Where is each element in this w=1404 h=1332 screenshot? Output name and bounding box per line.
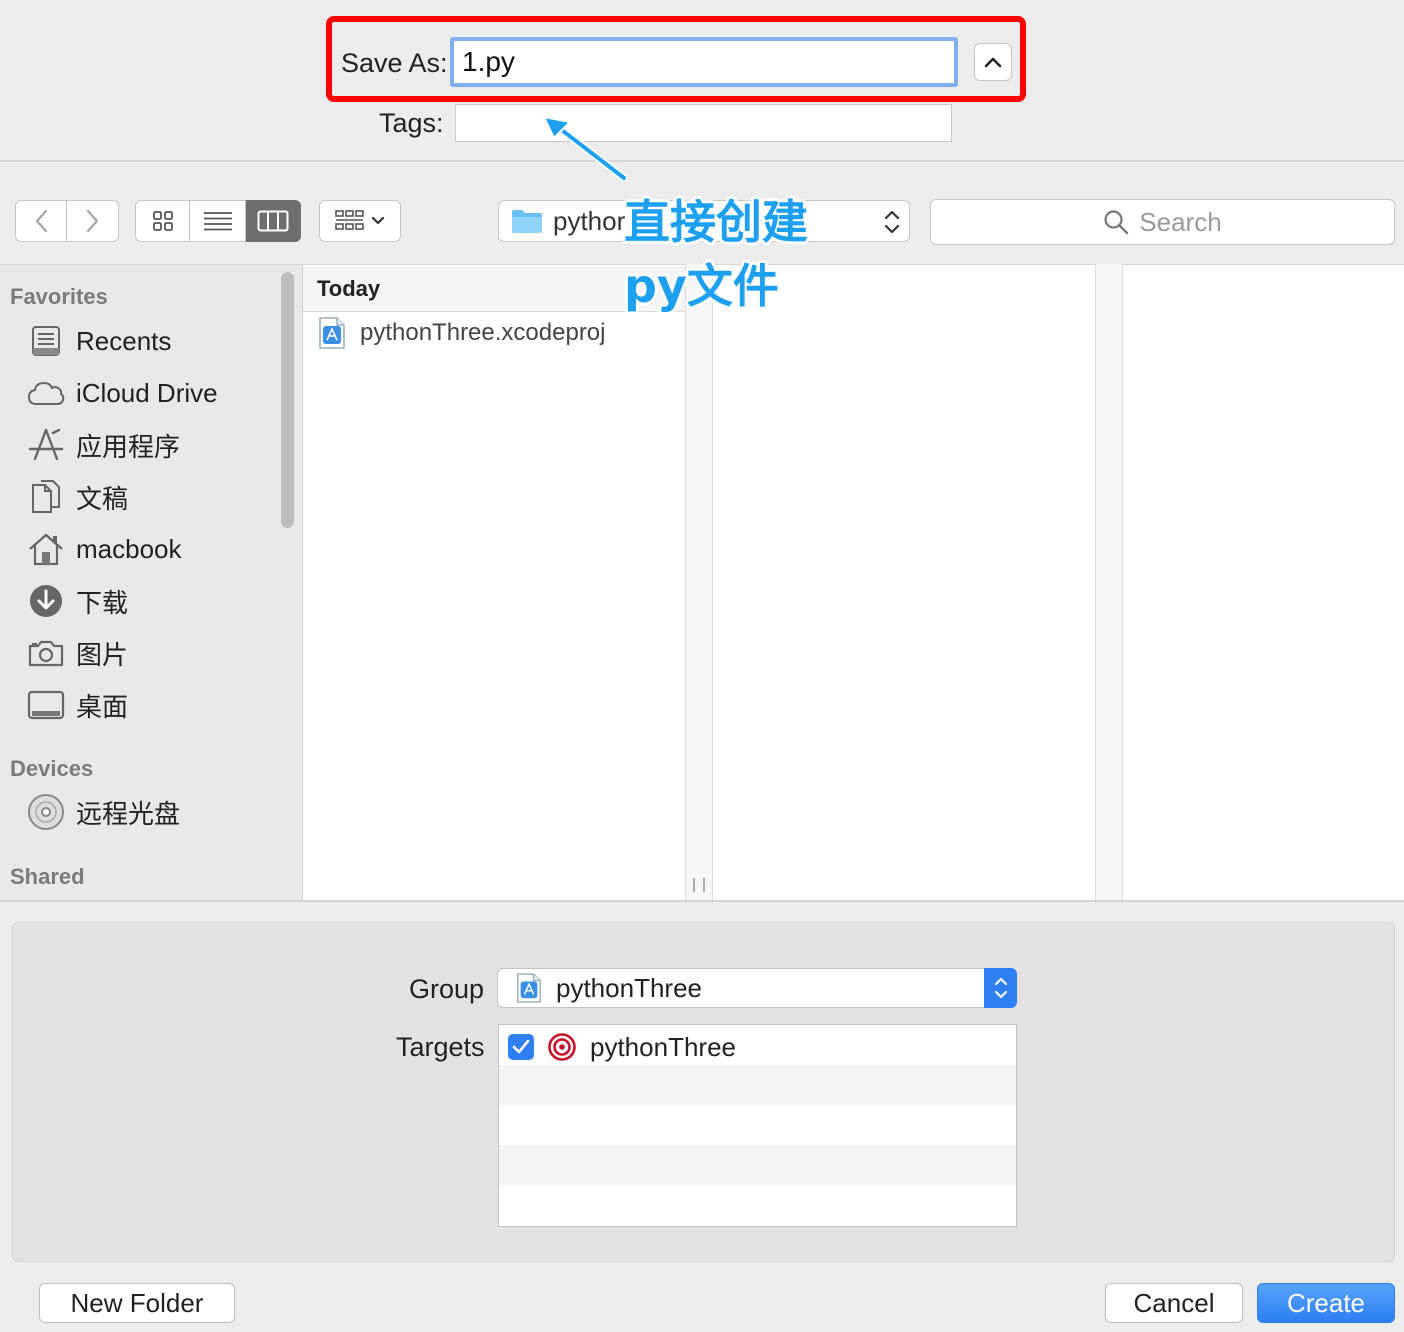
chevron-right-icon <box>86 209 98 233</box>
disc-icon <box>26 792 66 832</box>
tags-input[interactable] <box>455 104 952 142</box>
table-row <box>499 1145 1016 1185</box>
sidebar-item-label: 下载 <box>76 587 129 618</box>
sidebar-item-macbook[interactable]: macbook <box>26 529 182 569</box>
sidebar-section-devices: Devices <box>10 756 94 781</box>
group-popup-value: pythonThree <box>556 972 702 1003</box>
column-view-button[interactable] <box>245 200 301 242</box>
sidebar-item-label: 桌面 <box>76 691 129 722</box>
sidebar-item-label: 应用程序 <box>76 431 181 462</box>
sidebar-item-label: 图片 <box>76 639 129 670</box>
targets-label: Targets <box>396 1032 485 1062</box>
desktop-icon <box>26 685 66 725</box>
new-folder-button[interactable]: New Folder <box>39 1283 235 1323</box>
create-button[interactable]: Create <box>1257 1283 1395 1323</box>
home-icon <box>26 529 66 569</box>
file-item-label: pythonThree.xcodeproj <box>360 319 606 346</box>
target-name: pythonThree <box>590 1032 736 1062</box>
column-header-title: Today <box>317 276 381 301</box>
target-icon <box>548 1033 576 1061</box>
sidebar-item-desktop[interactable]: 桌面 <box>26 685 128 725</box>
cancel-button[interactable]: Cancel <box>1105 1283 1243 1323</box>
column-resize-grip[interactable] <box>693 878 705 892</box>
sidebar-item-icloud-drive[interactable]: iCloud Drive <box>26 373 218 413</box>
cloud-icon <box>26 373 66 413</box>
table-row[interactable] <box>499 1025 1016 1065</box>
folder-icon <box>512 210 542 233</box>
sidebar-scrollbar[interactable] <box>281 272 294 528</box>
sidebar-item-recents[interactable]: Recents <box>26 321 171 361</box>
updown-chevron-icon <box>994 977 1007 999</box>
annotation-highlight-box <box>326 16 1026 102</box>
annotation-arrow-icon <box>542 115 628 182</box>
xcodeproj-icon <box>517 973 541 1003</box>
sidebar-item-remote-disc[interactable]: 远程光盘 <box>26 792 180 832</box>
tags-label: Tags: <box>379 108 444 138</box>
forward-button[interactable] <box>67 200 119 242</box>
back-button[interactable] <box>15 200 67 242</box>
sidebar-item-documents[interactable]: 文稿 <box>26 477 128 517</box>
icon-view-button[interactable] <box>135 200 191 242</box>
sidebar-item-label: macbook <box>76 533 182 564</box>
browser-column-3 <box>1123 264 1404 902</box>
column-resize-divider[interactable] <box>1095 264 1123 902</box>
group-popup[interactable]: pythonThree <box>497 968 1017 1008</box>
table-row <box>499 1185 1016 1225</box>
list-icon <box>203 212 232 231</box>
sidebar-item-label: 文稿 <box>76 483 129 514</box>
file-item-xcodeproj[interactable]: pythonThree.xcodeproj <box>318 316 605 350</box>
sidebar-item-applications[interactable]: 应用程序 <box>26 425 180 465</box>
group-label: Group <box>409 974 485 1004</box>
camera-icon <box>26 633 66 673</box>
xcodeproj-icon <box>319 317 345 349</box>
sidebar-item-label: iCloud Drive <box>76 377 218 408</box>
search-icon <box>1104 210 1129 235</box>
arrange-button[interactable] <box>319 200 401 242</box>
view-mode-buttons <box>135 200 301 242</box>
browser-column-1 <box>303 264 685 902</box>
chevron-left-icon <box>35 209 48 233</box>
table-row <box>499 1065 1016 1105</box>
browser-column-2 <box>713 264 1095 902</box>
updown-chevron-icon <box>884 210 900 234</box>
arrange-icon <box>335 210 364 230</box>
search-placeholder: Search <box>1139 206 1222 237</box>
annotation-text-line-1: 直接创建 <box>624 195 808 249</box>
sidebar-section-favorites: Favorites <box>10 284 108 309</box>
chevron-down-icon <box>371 216 385 225</box>
column-resize-divider[interactable] <box>685 264 713 902</box>
downloads-icon <box>26 581 66 621</box>
sidebar-item-pictures[interactable]: 图片 <box>26 633 128 673</box>
sidebar-item-label: 远程光盘 <box>76 798 181 829</box>
group-popup-stepper[interactable] <box>984 968 1017 1008</box>
applications-icon <box>26 425 66 465</box>
annotation-text-line-2: py文件 <box>624 259 779 313</box>
table-row <box>499 1105 1016 1145</box>
sidebar-item-downloads[interactable]: 下载 <box>26 581 128 621</box>
checkmark-icon <box>512 1039 530 1054</box>
search-field[interactable]: Search <box>930 199 1395 245</box>
sidebar-section-shared: Shared <box>10 864 85 889</box>
sidebar-item-label: Recents <box>76 325 172 356</box>
target-checkbox[interactable] <box>508 1034 534 1060</box>
documents-icon <box>26 477 66 517</box>
path-label: pythor <box>553 205 626 236</box>
list-view-button[interactable] <box>190 200 246 242</box>
columns-icon <box>257 210 289 232</box>
grid-icon <box>152 211 173 231</box>
navigation-buttons <box>15 200 119 242</box>
recents-icon <box>26 321 66 361</box>
